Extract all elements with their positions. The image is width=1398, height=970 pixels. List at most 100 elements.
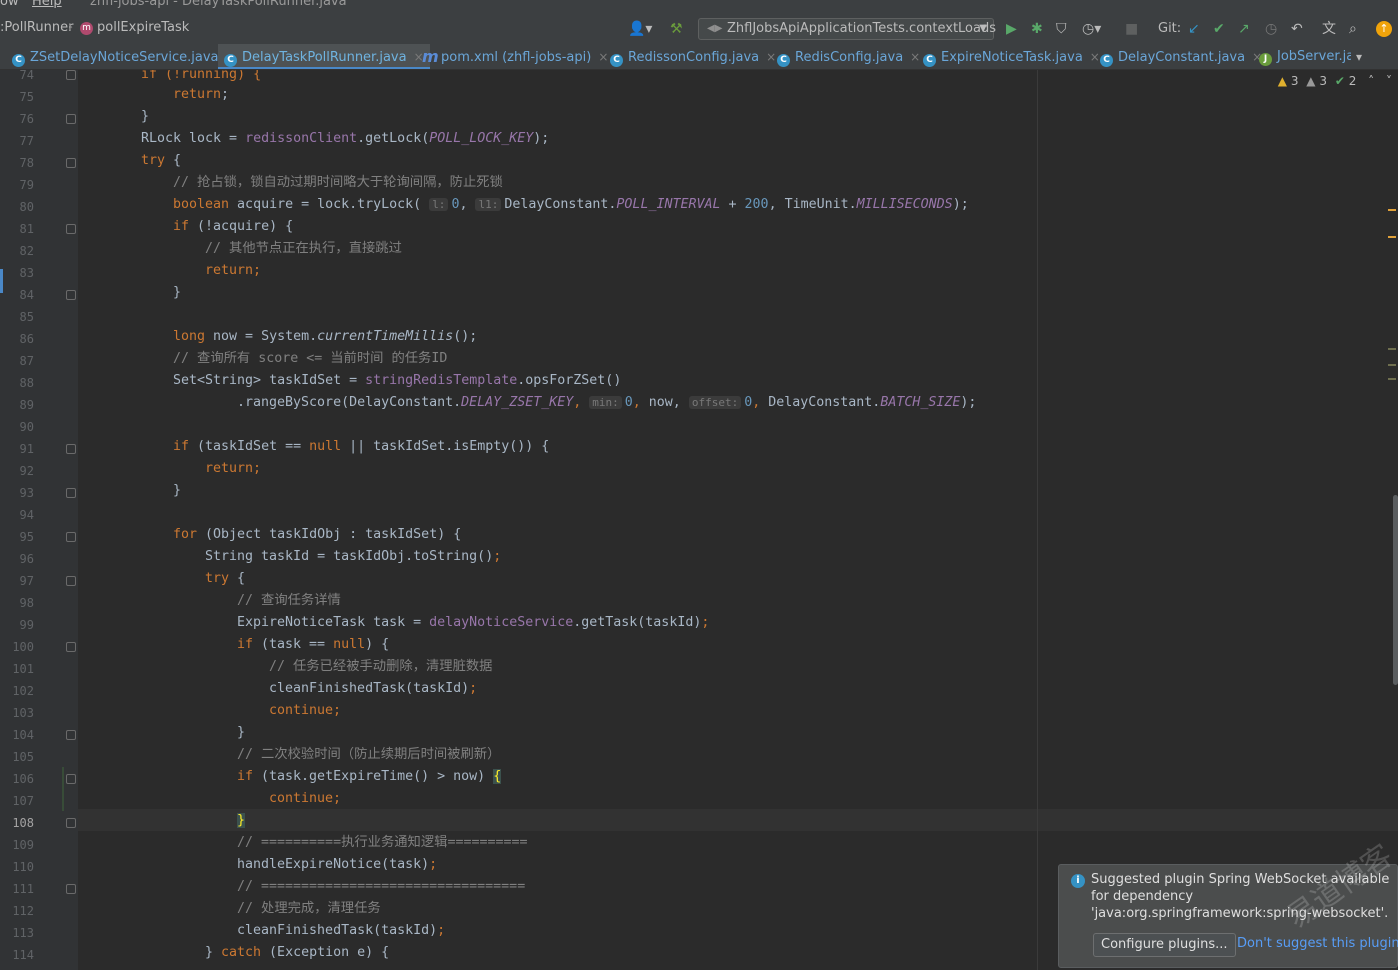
error-stripe-mark[interactable]: [1388, 348, 1396, 350]
tab-jobserver[interactable]: J JobServer.ja: [1259, 44, 1351, 69]
line-number: 87: [19, 354, 34, 368]
vertical-scrollbar[interactable]: [1393, 495, 1398, 685]
code-line-103: continue;: [269, 703, 342, 718]
tab-delaytaskpollrunner[interactable]: C DelayTaskPollRunner.java ×: [218, 44, 430, 69]
stop-icon[interactable]: ■: [1125, 20, 1138, 38]
fold-toggle-icon[interactable]: [66, 290, 76, 300]
code-line-108: }: [237, 810, 1398, 832]
tab-pom-xml[interactable]: m pom.xml (zhfl-jobs-api) ×: [422, 44, 608, 69]
coverage-icon[interactable]: ⛉: [1056, 20, 1067, 38]
fold-toggle-icon[interactable]: [66, 576, 76, 586]
ok-count: 2: [1348, 74, 1357, 88]
parameter-hint: l1:: [475, 198, 502, 211]
line-number: 89: [19, 398, 34, 412]
fold-toggle-icon[interactable]: [66, 532, 76, 542]
code-line-93: }: [173, 483, 182, 498]
line-number: 96: [19, 552, 34, 566]
rollback-icon[interactable]: ↶: [1291, 20, 1303, 38]
close-icon[interactable]: ×: [1090, 50, 1100, 64]
code-line-98: // 查询任务详情: [237, 593, 341, 608]
dont-suggest-link[interactable]: Don't suggest this plugin: [1237, 936, 1398, 951]
warning-count: 3: [1290, 74, 1299, 88]
line-number: 104: [12, 728, 34, 742]
history-icon[interactable]: ◷: [1265, 20, 1277, 38]
fold-toggle-icon[interactable]: [66, 224, 76, 234]
tab-label: JobServer.ja: [1277, 49, 1351, 64]
error-stripe-mark[interactable]: [1388, 364, 1396, 366]
close-icon[interactable]: ×: [910, 50, 920, 64]
fold-toggle-icon[interactable]: [66, 488, 76, 498]
menu-help[interactable]: Help: [32, 0, 62, 9]
line-number: 103: [12, 706, 34, 720]
fold-toggle-icon[interactable]: [66, 818, 76, 828]
close-icon[interactable]: ×: [598, 50, 608, 64]
git-commit-icon[interactable]: ✔: [1213, 20, 1225, 38]
tabs-dropdown-chevron-icon[interactable]: ▾: [1356, 44, 1362, 69]
close-icon[interactable]: ×: [766, 50, 776, 64]
fold-toggle-icon[interactable]: [66, 642, 76, 652]
code-line-83: return;: [205, 263, 262, 278]
configure-plugins-button[interactable]: Configure plugins...: [1093, 933, 1236, 957]
tab-zsetdelaynoticeservice[interactable]: CZSetDelayNoticeService.java×: [12, 44, 236, 69]
class-icon: J: [1259, 53, 1272, 66]
code-line-79: // 抢占锁，锁自动过期时间略大于轮询间隔，防止死锁: [173, 175, 503, 190]
debug-icon[interactable]: ✱: [1031, 20, 1043, 38]
breadcrumb-class[interactable]: :PollRunner: [0, 20, 73, 35]
git-update-icon[interactable]: ↙: [1188, 20, 1200, 38]
tab-delayconstant[interactable]: C DelayConstant.java ×: [1100, 44, 1262, 69]
build-hammer-icon[interactable]: ⚒: [670, 20, 683, 38]
tab-label: pom.xml (zhfl-jobs-api): [441, 50, 592, 65]
line-number: 93: [19, 486, 34, 500]
code-line-84: }: [173, 285, 182, 300]
fold-toggle-icon[interactable]: [66, 884, 76, 894]
translate-icon[interactable]: 文: [1322, 20, 1336, 38]
fold-toggle-icon[interactable]: [66, 444, 76, 454]
run-configuration-select[interactable]: ◀▶ ZhflJobsApiApplicationTests.contextLo…: [698, 18, 996, 40]
tab-redisconfig[interactable]: C RedisConfig.java ×: [777, 44, 920, 69]
code-line-77: RLock lock = redissonClient.getLock(POLL…: [141, 131, 550, 146]
breadcrumb-method[interactable]: pollExpireTask: [97, 20, 189, 35]
next-highlight-icon[interactable]: ˅: [1386, 74, 1392, 88]
code-line-91: if (taskIdSet == null || taskIdSet.isEmp…: [173, 439, 550, 454]
git-push-icon[interactable]: ↗: [1238, 20, 1250, 38]
line-number: 114: [12, 948, 34, 962]
tab-label: ExpireNoticeTask.java: [941, 50, 1083, 65]
error-stripe-mark[interactable]: [1388, 236, 1396, 238]
line-number: 110: [12, 860, 34, 874]
tab-label: DelayTaskPollRunner.java: [242, 50, 407, 65]
class-icon: C: [1100, 54, 1113, 67]
tab-label: RedisConfig.java: [795, 50, 904, 65]
class-icon: C: [610, 54, 623, 67]
fold-toggle-icon[interactable]: [66, 730, 76, 740]
search-icon[interactable]: ⌕: [1349, 20, 1357, 38]
error-stripe-mark[interactable]: [1388, 378, 1396, 380]
parameter-hint: l:: [429, 198, 449, 211]
line-number: 99: [19, 618, 34, 632]
menu-window[interactable]: ow: [0, 0, 19, 9]
matched-brace: {: [493, 769, 502, 784]
run-icon[interactable]: ▶: [1006, 20, 1017, 38]
tab-expirenoticetask[interactable]: C ExpireNoticeTask.java ×: [923, 44, 1100, 69]
tab-redissonconfig[interactable]: C RedissonConfig.java ×: [610, 44, 776, 69]
git-label: Git:: [1158, 21, 1182, 36]
update-icon[interactable]: ↑: [1376, 21, 1392, 37]
editor-tabs: C ZSetDelayNoticeService.java × C DelayTask…: [0, 44, 1398, 70]
fold-toggle-icon[interactable]: [66, 70, 76, 80]
fold-toggle-icon[interactable]: [66, 158, 76, 168]
line-number: 95: [19, 530, 34, 544]
error-stripe-mark[interactable]: [1388, 209, 1396, 211]
inspection-widget[interactable]: ▲ 3 ▲ 3 ✔ 2 ˄ ˅: [1278, 74, 1392, 88]
previous-highlight-icon[interactable]: ˄: [1368, 74, 1374, 88]
code-line-87: // 查询所有 score <= 当前时间 的任务ID: [173, 351, 448, 366]
line-number: 112: [12, 904, 34, 918]
class-icon: C: [224, 54, 237, 67]
code-editor[interactable]: if (!running) { return; } RLock lock = r…: [78, 70, 1398, 970]
line-number: 86: [19, 332, 34, 346]
changed-lines-marker: [62, 767, 64, 811]
method-icon: m: [80, 22, 93, 35]
code-line-86: long now = System.currentTimeMillis();: [173, 329, 478, 344]
fold-toggle-icon[interactable]: [66, 114, 76, 124]
fold-toggle-icon[interactable]: [66, 774, 76, 784]
user-icon[interactable]: 👤▾: [628, 20, 652, 38]
profile-icon[interactable]: ◷▾: [1082, 20, 1101, 38]
